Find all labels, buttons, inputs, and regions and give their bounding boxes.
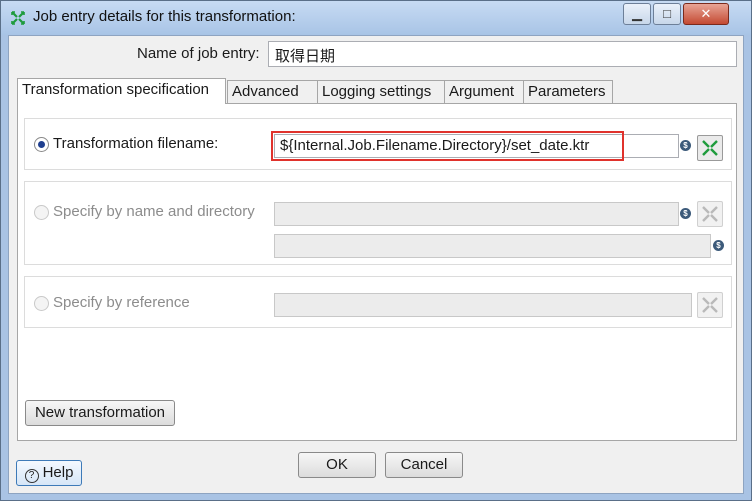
- name-directory-radio-label: Specify by name and directory: [53, 203, 255, 220]
- new-transformation-button[interactable]: New transformation: [25, 400, 175, 426]
- filename-group: Transformation filename: ${Internal.Job.…: [24, 118, 732, 170]
- tab-strip: Transformation specification Advanced Lo…: [17, 78, 737, 104]
- window-title: Job entry details for this transformatio…: [33, 8, 296, 25]
- spoon-browse-icon: [702, 206, 718, 222]
- help-icon: ?: [24, 469, 39, 483]
- job-entry-dialog: Job entry details for this transformatio…: [0, 0, 752, 501]
- cancel-button[interactable]: Cancel: [385, 452, 463, 478]
- spoon-browse-icon: [702, 140, 718, 156]
- help-button[interactable]: ? Help: [16, 460, 82, 486]
- dialog-body: Name of job entry: 取得日期 Transformation s…: [8, 35, 744, 494]
- tab-transformation-specification[interactable]: Transformation specification: [17, 78, 226, 104]
- minimize-button[interactable]: ▁: [623, 3, 651, 25]
- filename-radio-label: Transformation filename:: [53, 135, 219, 152]
- filename-radio[interactable]: [34, 137, 49, 152]
- name-directory-radio[interactable]: [34, 205, 49, 220]
- variable-icon[interactable]: $: [680, 140, 691, 151]
- maximize-button[interactable]: □: [653, 3, 681, 25]
- tab-advanced[interactable]: Advanced: [227, 80, 318, 104]
- tab-parameters[interactable]: Parameters: [523, 80, 613, 104]
- transformation-name-input[interactable]: [274, 202, 679, 226]
- help-label: Help: [42, 464, 74, 481]
- job-entry-name-label: Name of job entry:: [137, 45, 260, 62]
- reference-radio-label: Specify by reference: [53, 294, 190, 311]
- browse-repository-button[interactable]: [697, 201, 723, 227]
- browse-reference-button[interactable]: [697, 292, 723, 318]
- spoon-browse-icon: [702, 297, 718, 313]
- spoon-transformation-icon: [11, 11, 25, 25]
- filename-highlight-box: [271, 131, 624, 161]
- tab-argument[interactable]: Argument: [444, 80, 524, 104]
- title-bar[interactable]: Job entry details for this transformatio…: [1, 1, 751, 35]
- close-button[interactable]: ✕: [683, 3, 729, 25]
- job-entry-name-input[interactable]: 取得日期: [268, 41, 737, 67]
- tab-logging-settings[interactable]: Logging settings: [317, 80, 445, 104]
- reference-radio[interactable]: [34, 296, 49, 311]
- reference-input[interactable]: [274, 293, 692, 317]
- transformation-specification-panel: Transformation filename: ${Internal.Job.…: [17, 103, 737, 441]
- reference-group: Specify by reference: [24, 276, 732, 328]
- variable-icon[interactable]: $: [713, 240, 724, 251]
- variable-icon[interactable]: $: [680, 208, 691, 219]
- directory-input[interactable]: [274, 234, 711, 258]
- browse-filename-button[interactable]: [697, 135, 723, 161]
- name-directory-group: Specify by name and directory $ $: [24, 181, 732, 265]
- ok-button[interactable]: OK: [298, 452, 376, 478]
